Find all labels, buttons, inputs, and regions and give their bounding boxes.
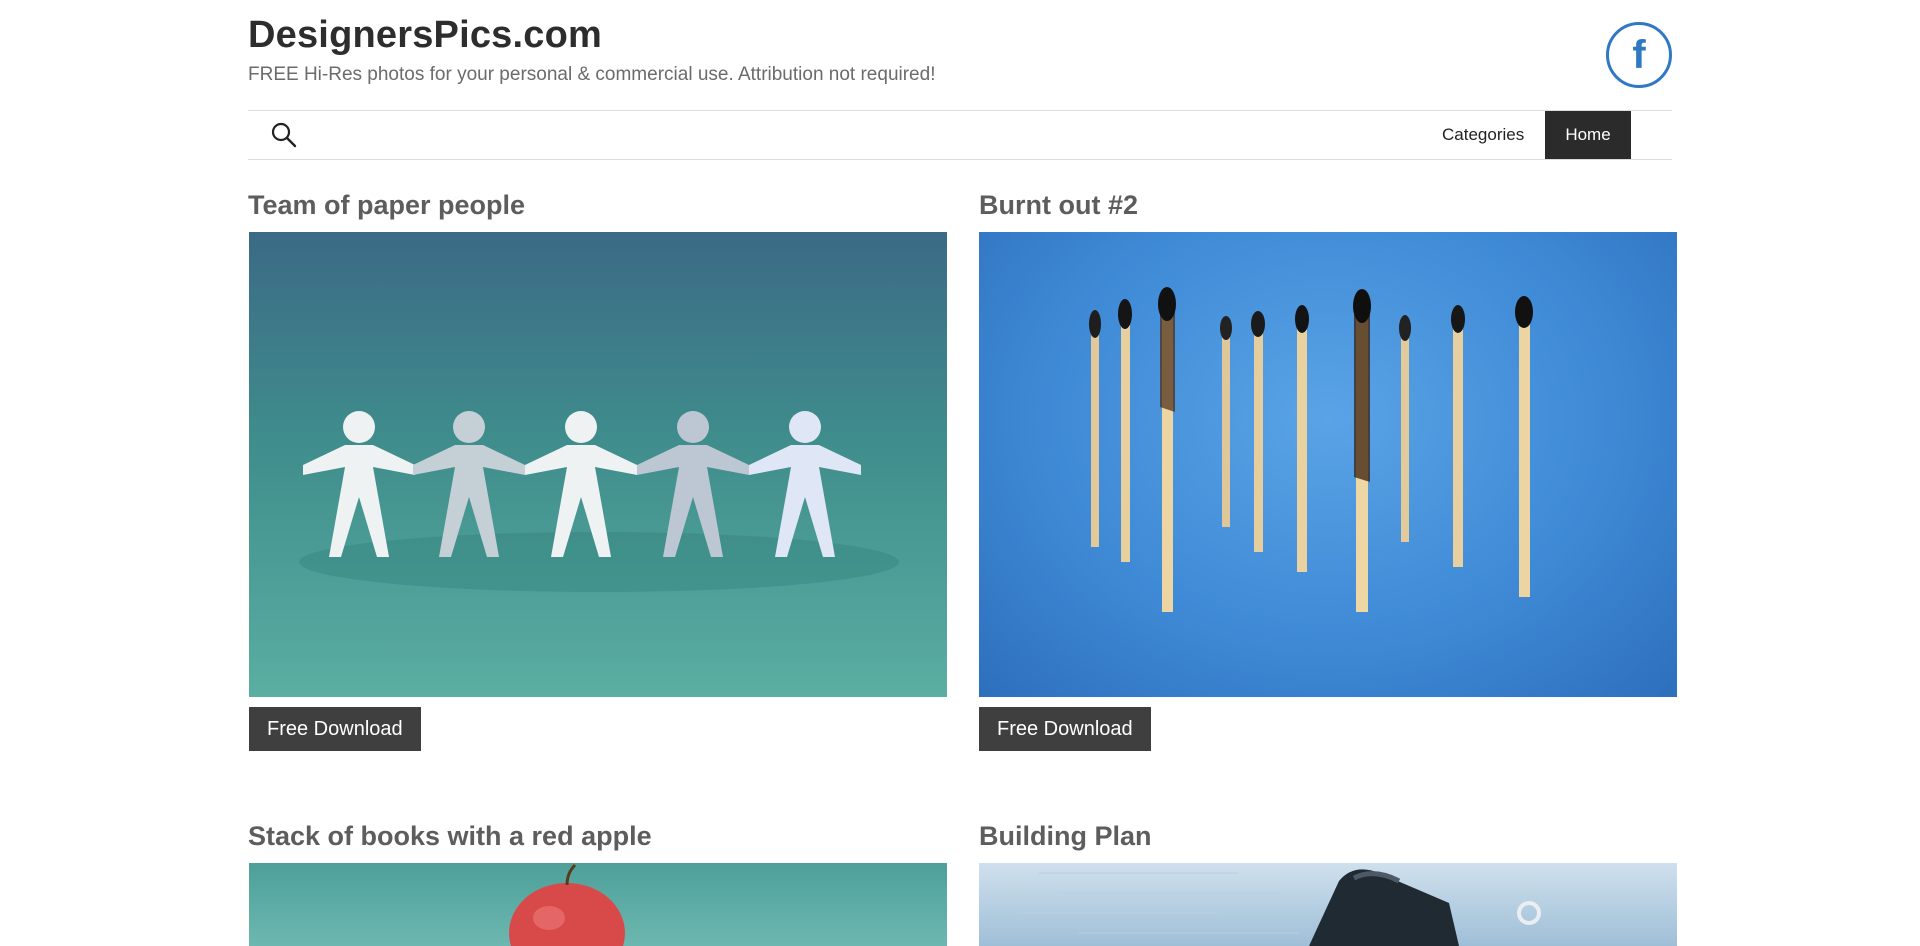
post-image[interactable] [249, 863, 947, 946]
post-title[interactable]: Building Plan [979, 821, 1152, 852]
page: DesignersPics.com FREE Hi-Res photos for… [0, 0, 1920, 946]
search-icon[interactable] [270, 121, 298, 149]
post-image[interactable] [979, 232, 1677, 697]
post-title[interactable]: Team of paper people [248, 190, 525, 221]
nav-item-home[interactable]: Home [1545, 111, 1631, 159]
free-download-button[interactable]: Free Download [249, 707, 421, 751]
nav-bar: Categories Home [248, 110, 1672, 160]
facebook-icon[interactable]: f [1606, 22, 1672, 88]
nav-item-categories[interactable]: Categories [1422, 111, 1544, 159]
facebook-glyph: f [1632, 32, 1646, 77]
post-image[interactable] [249, 232, 947, 697]
post-title[interactable]: Stack of books with a red apple [248, 821, 652, 852]
site-title[interactable]: DesignersPics.com [248, 14, 602, 57]
post-image[interactable] [979, 863, 1677, 946]
site-tagline: FREE Hi-Res photos for your personal & c… [248, 64, 936, 85]
free-download-button[interactable]: Free Download [979, 707, 1151, 751]
post-title[interactable]: Burnt out #2 [979, 190, 1138, 221]
